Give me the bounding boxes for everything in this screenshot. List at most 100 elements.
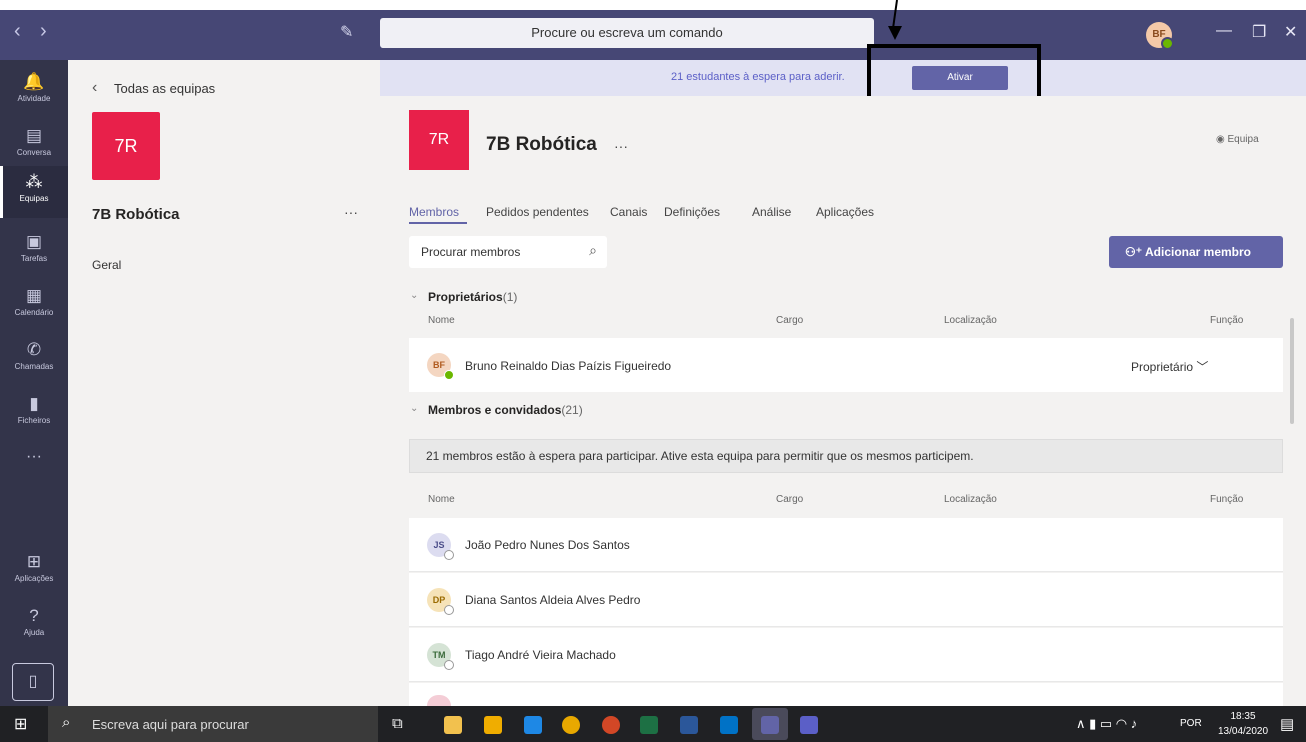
tab-settings[interactable]: Definições — [664, 205, 720, 219]
members-collapse-chevron-icon[interactable]: ⌄ — [410, 403, 418, 414]
rail-item-apps[interactable]: ⊞ Aplicações — [0, 552, 68, 594]
forward-arrow-icon[interactable]: › — [40, 20, 47, 43]
table-row[interactable] — [409, 683, 1283, 706]
bell-icon: 🔔 — [23, 72, 45, 91]
presence-offline-icon — [444, 550, 454, 560]
col-name[interactable]: Nome — [428, 494, 455, 505]
excel-icon[interactable] — [640, 716, 658, 734]
minimize-icon[interactable]: — — [1216, 22, 1232, 40]
close-icon[interactable]: ✕ — [1284, 22, 1297, 42]
clock[interactable]: 18:35 13/04/2020 — [1218, 709, 1268, 739]
rail-item-chat[interactable]: ▤ Conversa — [0, 120, 68, 170]
member-search-input[interactable]: Procurar membros ⌕ — [409, 236, 607, 268]
presence-offline-icon — [444, 660, 454, 670]
table-row[interactable]: BF Bruno Reinaldo Dias Paízis Figueiredo… — [409, 338, 1283, 392]
profile-avatar[interactable]: BF — [1146, 22, 1174, 50]
windows-start-icon[interactable]: ⊞ — [14, 714, 27, 734]
file-icon: ▮ — [29, 394, 39, 413]
search-icon: ⌕ — [62, 714, 71, 731]
action-center-icon[interactable]: ▤ — [1280, 715, 1294, 733]
team-name[interactable]: 7B Robótica — [92, 206, 180, 223]
table-row[interactable]: TM Tiago André Vieira Machado — [409, 628, 1283, 682]
member-name: Bruno Reinaldo Dias Paízis Figueiredo — [465, 359, 672, 373]
rail-item-calls[interactable]: ✆ Chamadas — [0, 334, 68, 384]
col-function[interactable]: Função — [1210, 494, 1243, 505]
team-avatar: 7R — [409, 110, 469, 170]
waiting-members-notice: 21 membros estão à espera para participa… — [409, 439, 1283, 473]
col-name[interactable]: Nome — [428, 315, 455, 326]
col-function[interactable]: Função — [1210, 315, 1243, 326]
file-explorer-icon[interactable] — [444, 716, 462, 734]
rail-item-teams[interactable]: ⁂ Equipas — [0, 166, 68, 218]
calendar-icon: ▦ — [25, 286, 43, 305]
apps-icon: ⊞ — [26, 552, 42, 571]
chat-icon: ▤ — [25, 126, 43, 145]
tab-pending-requests[interactable]: Pedidos pendentes — [486, 205, 589, 219]
banner-text: 21 estudantes à espera para aderir. — [671, 71, 845, 83]
phone-icon: ✆ — [26, 340, 42, 359]
mail-icon[interactable] — [524, 716, 542, 734]
rail-more-button[interactable]: ··· — [0, 448, 68, 472]
annotation-arrow-head — [888, 26, 902, 40]
word-icon[interactable] — [680, 716, 698, 734]
tray-icons[interactable]: ∧ ▮ ▭ ◠ ♪ — [1076, 716, 1137, 732]
eye-icon: ◉ — [1216, 134, 1228, 145]
avatar: DP — [427, 588, 454, 615]
team-privacy-badge: ◉ Equipa — [1216, 134, 1259, 145]
teams-icon: ⁂ — [25, 172, 43, 191]
vertical-scrollbar[interactable] — [1290, 318, 1294, 424]
chevron-left-icon[interactable]: ‹ — [92, 79, 97, 97]
language-indicator[interactable]: POR — [1180, 718, 1202, 729]
rail-item-tasks[interactable]: ▣ Tarefas — [0, 226, 68, 276]
table-row[interactable]: DP Diana Santos Aldeia Alves Pedro — [409, 573, 1283, 627]
team-title-more-button[interactable]: ··· — [614, 138, 628, 154]
avatar: BF — [427, 353, 454, 380]
col-location[interactable]: Localização — [944, 315, 997, 326]
presence-offline-icon — [444, 605, 454, 615]
app-rail: 🔔 Atividade ▤ Conversa ⁂ Equipas ▣ Taref… — [0, 60, 68, 706]
presence-available-icon — [444, 370, 454, 380]
compose-icon[interactable]: ✎ — [340, 22, 353, 42]
task-view-icon[interactable]: ⧉ — [392, 715, 403, 732]
outlook-icon[interactable] — [720, 716, 738, 734]
owners-section-header[interactable]: Proprietários(1) — [428, 290, 517, 304]
all-teams-link[interactable]: Todas as equipas — [114, 81, 215, 96]
tab-members[interactable]: Membros — [409, 205, 459, 219]
member-name: Diana Santos Aldeia Alves Pedro — [465, 593, 641, 607]
members-section-header[interactable]: Membros e convidados(21) — [428, 403, 583, 417]
rail-item-help[interactable]: ? Ajuda — [0, 606, 68, 648]
owners-collapse-chevron-icon[interactable]: ⌄ — [410, 290, 418, 301]
mobile-app-icon[interactable]: ▯ — [12, 663, 54, 701]
teams-icon[interactable] — [761, 716, 779, 734]
channel-general[interactable]: Geral — [92, 258, 121, 272]
powerpoint-icon[interactable] — [602, 716, 620, 734]
member-name: Tiago André Vieira Machado — [465, 648, 616, 662]
tab-apps[interactable]: Aplicações — [816, 205, 874, 219]
maximize-icon[interactable]: ❐ — [1252, 22, 1266, 42]
rail-item-files[interactable]: ▮ Ficheiros — [0, 388, 68, 438]
team-avatar-large: 7R — [92, 112, 160, 180]
presence-available-icon — [1161, 37, 1174, 50]
add-user-icon: ⚇⁺ — [1125, 245, 1145, 259]
col-location[interactable]: Localização — [944, 494, 997, 505]
taskbar-search-input[interactable]: ⌕ Escreva aqui para procurar — [48, 706, 378, 742]
chevron-down-icon: ﹀ — [1196, 360, 1209, 374]
function-dropdown[interactable]: Proprietário ﹀ — [1131, 358, 1208, 375]
col-role[interactable]: Cargo — [776, 315, 803, 326]
command-search-input[interactable]: Procure ou escreva um comando — [380, 18, 874, 48]
tab-channels[interactable]: Canais — [610, 205, 647, 219]
table-row[interactable]: JS João Pedro Nunes Dos Santos — [409, 518, 1283, 572]
avatar: TM — [427, 643, 454, 670]
chrome-icon[interactable] — [562, 716, 580, 734]
rail-item-activity[interactable]: 🔔 Atividade — [0, 66, 68, 116]
page-title: 7B Robótica — [486, 134, 597, 155]
add-member-button[interactable]: ⚇⁺ Adicionar membro — [1109, 236, 1283, 268]
rail-item-calendar[interactable]: ▦ Calendário — [0, 280, 68, 330]
help-icon: ? — [29, 606, 39, 625]
team-more-options-button[interactable]: ··· — [344, 204, 358, 220]
tab-analytics[interactable]: Análise — [752, 205, 791, 219]
back-arrow-icon[interactable]: ‹ — [14, 20, 21, 43]
col-role[interactable]: Cargo — [776, 494, 803, 505]
app-notification-icon[interactable] — [800, 716, 818, 734]
store-icon[interactable] — [484, 716, 502, 734]
